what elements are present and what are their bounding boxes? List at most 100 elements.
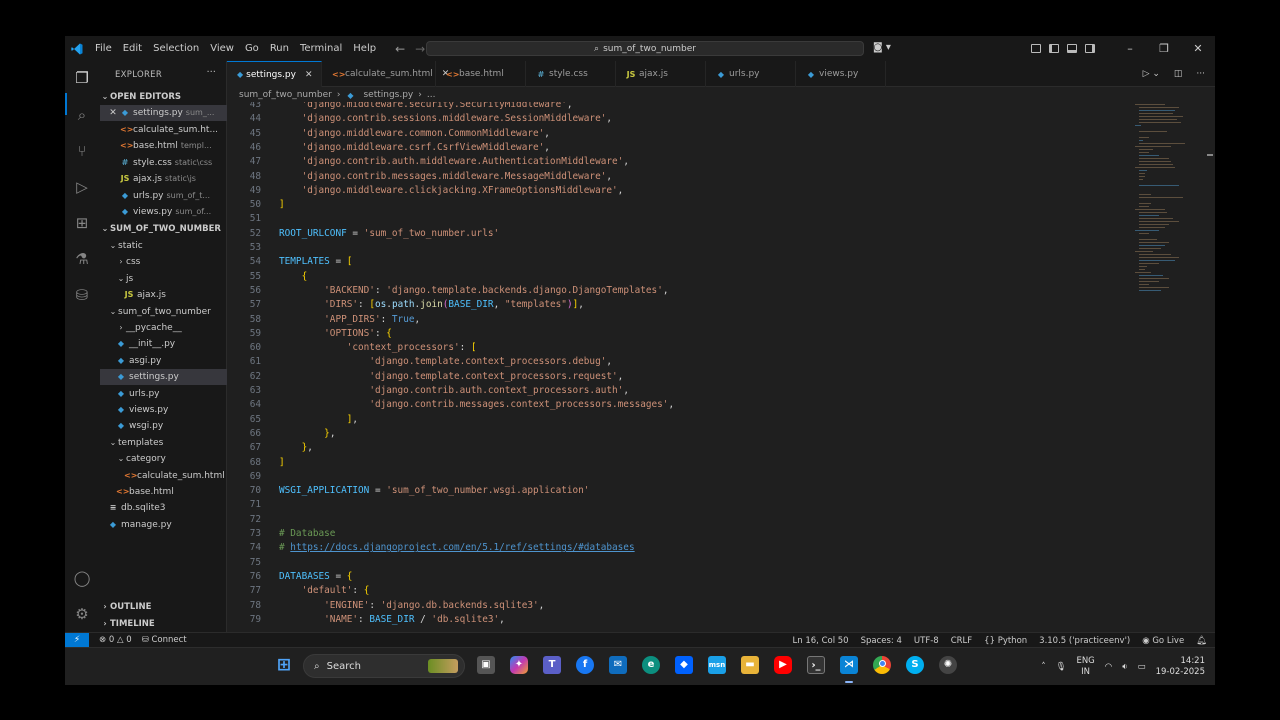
- open-editor-item[interactable]: <>base.html templ...: [100, 138, 227, 154]
- edge-icon[interactable]: e: [642, 656, 660, 674]
- tab-calculate_sum-html[interactable]: <> calculate_sum.html ✕: [322, 61, 449, 87]
- code-editor[interactable]: 43 'django.middleware.security.SecurityM…: [227, 102, 1135, 632]
- terminal-icon[interactable]: ›_: [807, 656, 825, 674]
- code-line[interactable]: 47 'django.contrib.auth.middleware.Authe…: [227, 155, 1127, 169]
- forward-arrow-icon[interactable]: →: [415, 42, 425, 56]
- close-icon[interactable]: ✕: [106, 105, 120, 121]
- explorer-icon[interactable]: ❐: [73, 69, 91, 87]
- code-line[interactable]: 67 },: [227, 441, 1127, 455]
- code-line[interactable]: 78 'ENGINE': 'django.db.backends.sqlite3…: [227, 599, 1127, 613]
- dropbox-icon[interactable]: ◆: [675, 656, 693, 674]
- skype-icon[interactable]: S: [906, 656, 924, 674]
- tree-file[interactable]: <>base.html: [100, 484, 227, 500]
- volume-icon[interactable]: 🔉︎: [1122, 662, 1127, 672]
- customize-layout-icon[interactable]: [1031, 44, 1041, 53]
- restore-icon[interactable]: ❐: [1147, 42, 1181, 55]
- settings-gear-icon[interactable]: ⚙: [73, 605, 91, 623]
- breadcrumb-symbol[interactable]: ...: [427, 90, 436, 100]
- task-view-icon[interactable]: ▣: [477, 656, 495, 674]
- open-editor-item[interactable]: # style.css static\css: [100, 155, 227, 171]
- mail-icon[interactable]: ✉: [609, 656, 627, 674]
- breadcrumb-file[interactable]: settings.py: [363, 90, 413, 100]
- toggle-primary-sidebar-icon[interactable]: [1049, 44, 1059, 53]
- outline-header[interactable]: › OUTLINE: [100, 599, 227, 615]
- tree-folder[interactable]: ⌄ sum_of_two_number: [100, 304, 227, 320]
- database-icon[interactable]: ⛁: [73, 286, 91, 304]
- tree-file[interactable]: ◆ wsgi.py: [100, 418, 227, 434]
- code-line[interactable]: 75: [227, 556, 1127, 570]
- code-line[interactable]: 44 'django.contrib.sessions.middleware.S…: [227, 112, 1127, 126]
- toggle-panel-icon[interactable]: [1067, 44, 1077, 53]
- code-line[interactable]: 54 TEMPLATES = [: [227, 255, 1127, 269]
- code-line[interactable]: 60 'context_processors': [: [227, 341, 1127, 355]
- code-line[interactable]: 76 DATABASES = {: [227, 570, 1127, 584]
- problems-indicator[interactable]: ⊗ 0 △ 0: [99, 635, 132, 645]
- code-line[interactable]: 55 {: [227, 270, 1127, 284]
- timeline-header[interactable]: › TIMELINE: [100, 616, 227, 632]
- code-line[interactable]: 69: [227, 470, 1127, 484]
- scrollbar-thumb[interactable]: [1207, 154, 1213, 156]
- code-line[interactable]: 65 ],: [227, 413, 1127, 427]
- tab-settings-py[interactable]: ◆ settings.py ✕: [227, 61, 322, 87]
- testing-icon[interactable]: ⚗: [73, 250, 91, 268]
- more-actions-icon[interactable]: ···: [206, 67, 216, 78]
- code-line[interactable]: 56 'BACKEND': 'django.template.backends.…: [227, 284, 1127, 298]
- tree-file[interactable]: ◆ urls.py: [100, 386, 227, 402]
- youtube-icon[interactable]: ▶: [774, 656, 792, 674]
- code-line[interactable]: 53: [227, 241, 1127, 255]
- menu-edit[interactable]: Edit: [123, 43, 142, 54]
- code-line[interactable]: 72: [227, 513, 1127, 527]
- tab-base-html[interactable]: <> base.html: [436, 61, 526, 87]
- source-control-icon[interactable]: ⑂: [73, 142, 91, 160]
- go-live-button[interactable]: ◉ Go Live: [1142, 636, 1184, 646]
- code-line[interactable]: 74 # https://docs.djangoproject.com/en/5.…: [227, 541, 1127, 555]
- minimap[interactable]: [1135, 102, 1205, 302]
- open-editor-item[interactable]: ◆ views.py sum_of...: [100, 204, 227, 220]
- code-line[interactable]: 66 },: [227, 427, 1127, 441]
- account-icon[interactable]: ◯: [73, 569, 91, 587]
- code-line[interactable]: 62 'django.template.context_processors.r…: [227, 370, 1127, 384]
- code-line[interactable]: 63 'django.contrib.auth.context_processo…: [227, 384, 1127, 398]
- connect-item[interactable]: ⛁ Connect: [142, 635, 187, 645]
- facebook-icon[interactable]: f: [576, 656, 594, 674]
- encoding[interactable]: UTF-8: [914, 636, 939, 646]
- cursor-position[interactable]: Ln 16, Col 50: [793, 636, 849, 646]
- code-line[interactable]: 71: [227, 498, 1127, 512]
- clock[interactable]: 14:21 19-02-2025: [1156, 656, 1205, 678]
- close-tab-icon[interactable]: ✕: [305, 70, 313, 80]
- code-line[interactable]: 70 WSGI_APPLICATION = 'sum_of_two_number.…: [227, 484, 1127, 498]
- tree-folder[interactable]: ⌄ templates: [100, 435, 227, 451]
- code-line[interactable]: 46 'django.middleware.csrf.CsrfViewMiddl…: [227, 141, 1127, 155]
- tree-file[interactable]: ≡ db.sqlite3: [100, 500, 227, 516]
- language-indicator[interactable]: ENG IN: [1076, 656, 1094, 678]
- teams-icon[interactable]: T: [543, 656, 561, 674]
- menu-go[interactable]: Go: [245, 43, 259, 54]
- toggle-secondary-sidebar-icon[interactable]: [1085, 44, 1095, 53]
- tab-ajax-js[interactable]: JS ajax.js: [616, 61, 706, 87]
- code-line[interactable]: 79 'NAME': BASE_DIR / 'db.sqlite3',: [227, 613, 1127, 627]
- split-editor-icon[interactable]: ◫: [1174, 69, 1183, 79]
- code-line[interactable]: 77 'default': {: [227, 584, 1127, 598]
- vscode-taskbar-icon[interactable]: ⋊: [840, 656, 858, 674]
- more-actions-icon[interactable]: ···: [1196, 69, 1205, 79]
- menu-run[interactable]: Run: [270, 43, 289, 54]
- code-line[interactable]: 59 'OPTIONS': {: [227, 327, 1127, 341]
- breadcrumb-folder[interactable]: sum_of_two_number: [239, 90, 332, 100]
- copilot-app-icon[interactable]: ✦: [510, 656, 528, 674]
- code-line[interactable]: 51: [227, 212, 1127, 226]
- taskbar-search[interactable]: ⌕ Search: [303, 654, 465, 678]
- tree-file[interactable]: ◆ settings.py: [100, 369, 227, 386]
- code-line[interactable]: 45 'django.middleware.common.CommonMiddl…: [227, 127, 1127, 141]
- open-editors-header[interactable]: ⌄ OPEN EDITORS: [100, 89, 227, 105]
- msn-icon[interactable]: msn: [708, 656, 726, 674]
- tab-style-css[interactable]: # style.css: [526, 61, 616, 87]
- close-window-icon[interactable]: ✕: [1181, 42, 1215, 55]
- copilot-icon[interactable]: ◙ ▾: [873, 42, 891, 53]
- open-editor-item[interactable]: <>calculate_sum.ht...: [100, 122, 227, 138]
- search-icon[interactable]: ⌕: [73, 106, 91, 124]
- tree-file[interactable]: ◆ manage.py: [100, 517, 227, 533]
- microphone-icon[interactable]: 🎙︎: [1056, 662, 1067, 672]
- tree-file[interactable]: JS ajax.js: [100, 287, 227, 303]
- python-interpreter[interactable]: 3.10.5 ('practiceenv'): [1039, 636, 1130, 646]
- tree-folder[interactable]: › __pycache__: [100, 320, 227, 336]
